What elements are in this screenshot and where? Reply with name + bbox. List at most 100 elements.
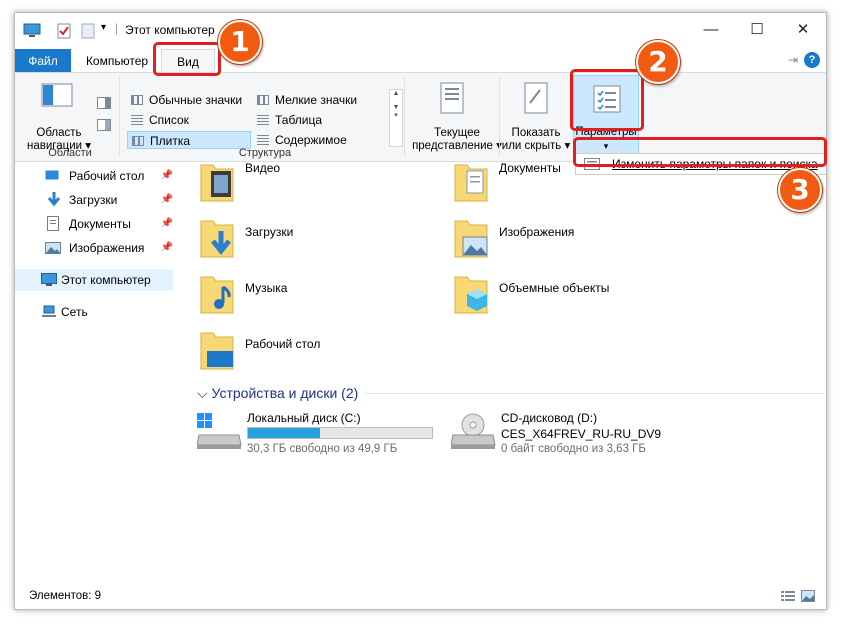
local-disk-icon xyxy=(197,413,242,449)
content-pane: Видео Документы Загрузки Изображения Муз… xyxy=(185,161,826,581)
folder-name: Видео xyxy=(245,161,281,175)
folder-name: Загрузки xyxy=(245,225,294,239)
disk-usage-fill xyxy=(248,428,320,438)
desktop-icon xyxy=(45,170,59,180)
show-hide-line2: или скрыть xyxy=(501,140,562,152)
pin-icon: 📌 xyxy=(160,194,173,205)
annotation-badge-1: 1 xyxy=(218,20,262,64)
title-separator: | xyxy=(115,21,119,35)
nav-item-pictures[interactable]: Изображения 📌 xyxy=(45,237,173,259)
documents-folder-icon xyxy=(454,164,488,202)
pin-ribbon-icon[interactable]: ⇥ xyxy=(788,53,798,67)
pictures-icon xyxy=(45,242,61,254)
layout-large-icons[interactable]: Обычные значки xyxy=(127,91,251,109)
drive-c[interactable]: Локальный диск (C:) 30,3 ГБ свободно из … xyxy=(197,411,457,461)
nav-item-network[interactable]: Сеть xyxy=(41,301,169,323)
chevron-down-icon: ⌵ xyxy=(197,385,208,401)
nav-label: Рабочий стол xyxy=(69,169,145,183)
annotation-box-options xyxy=(570,69,644,131)
nav-item-downloads[interactable]: Загрузки 📌 xyxy=(45,189,173,211)
tab-file[interactable]: Файл xyxy=(15,49,71,73)
large-icons-icon xyxy=(131,95,143,105)
details-icon xyxy=(257,115,269,125)
show-hide-icon[interactable] xyxy=(523,81,549,115)
folder-tile-3d-objects[interactable]: Объемные объекты xyxy=(453,273,683,323)
nav-label: Сеть xyxy=(61,305,88,319)
ribbon-separator xyxy=(404,77,405,157)
disk-usage-bar xyxy=(247,427,433,439)
close-button[interactable]: ✕ xyxy=(780,13,826,47)
nav-item-documents[interactable]: Документы 📌 xyxy=(45,213,173,235)
folder-tile-pictures[interactable]: Изображения xyxy=(453,217,683,267)
drive-d[interactable]: CD-дисковод (D:) CES_X64FREV_RU-RU_DV9 0… xyxy=(451,411,711,461)
drive-free-space: 0 байт свободно из 3,63 ГБ xyxy=(501,443,646,455)
pin-icon: 📌 xyxy=(160,218,173,229)
folder-tile-desktop[interactable]: Рабочий стол xyxy=(199,329,429,379)
layout-scrollbar[interactable]: ▲ ▼ ▾ xyxy=(389,89,403,147)
folder-name: Рабочий стол xyxy=(245,337,321,351)
folder-name: Объемные объекты xyxy=(499,281,610,295)
list-icon xyxy=(131,115,143,125)
layout-list[interactable]: Список xyxy=(127,111,251,129)
video-folder-icon xyxy=(200,164,234,202)
drive-label: CES_X64FREV_RU-RU_DV9 xyxy=(501,427,662,441)
minimize-button[interactable]: — xyxy=(688,13,734,47)
annotation-box-view-tab xyxy=(153,42,221,76)
status-item-count: Элементов: 9 xyxy=(29,590,102,602)
nav-item-this-pc[interactable]: Этот компьютер xyxy=(15,269,173,291)
nav-item-desktop[interactable]: Рабочий стол 📌 xyxy=(45,165,173,187)
folder-tile-video[interactable]: Видео xyxy=(199,161,429,211)
nav-label: Загрузки xyxy=(69,193,118,207)
annotation-badge-3: 3 xyxy=(778,168,822,212)
preview-pane-icon[interactable] xyxy=(97,97,111,109)
music-folder-icon xyxy=(200,276,234,314)
title-bar: ▾ | Этот компьютер — ☐ ✕ xyxy=(15,13,826,49)
current-view-button[interactable]: Текущее представление ▾ xyxy=(407,127,507,153)
tab-computer[interactable]: Компьютер xyxy=(77,49,157,73)
content-icon xyxy=(257,135,269,145)
show-hide-line1: Показать xyxy=(511,127,561,139)
annotation-badge-2: 2 xyxy=(636,40,680,84)
navigation-pane-line1: Область xyxy=(36,127,82,139)
layout-details-label: Таблица xyxy=(275,113,323,127)
current-view-line2: представление xyxy=(412,140,493,152)
maximize-button[interactable]: ☐ xyxy=(734,13,780,47)
3d-objects-folder-icon xyxy=(454,276,488,314)
cd-drive-icon xyxy=(451,413,496,449)
quick-access-dropdown-icon[interactable]: ▾ xyxy=(101,22,106,33)
devices-section-header[interactable]: ⌵ Устройства и диски (2) xyxy=(197,385,358,402)
computer-icon xyxy=(41,273,57,286)
folder-name: Изображения xyxy=(499,225,575,239)
devices-header-label: Устройства и диски (2) xyxy=(211,385,359,401)
folder-tile-downloads[interactable]: Загрузки xyxy=(199,217,429,267)
drive-name: CD-дисковод (D:) xyxy=(501,411,598,425)
help-icon[interactable]: ? xyxy=(804,52,820,68)
pin-icon: 📌 xyxy=(160,242,173,253)
layout-small-icons-label: Мелкие значки xyxy=(275,93,358,107)
details-pane-icon[interactable] xyxy=(97,119,111,131)
layout-tiles-label: Плитка xyxy=(150,134,191,148)
show-hide-button[interactable]: Показать или скрыть ▾ xyxy=(499,127,573,153)
nav-label: Документы xyxy=(69,217,131,231)
pin-icon: 📌 xyxy=(160,170,173,181)
window-title: Этот компьютер xyxy=(125,23,215,37)
properties-icon[interactable] xyxy=(57,23,71,39)
document-icon xyxy=(47,216,59,231)
computer-icon[interactable] xyxy=(23,23,41,39)
layout-details[interactable]: Таблица xyxy=(253,111,377,129)
navigation-pane-icon[interactable] xyxy=(41,83,73,107)
folder-tile-music[interactable]: Музыка xyxy=(199,273,429,323)
large-icons-view-icon[interactable] xyxy=(801,590,815,602)
explorer-window: ▾ | Этот компьютер — ☐ ✕ Файл Компьютер … xyxy=(14,12,827,610)
current-view-icon[interactable] xyxy=(439,81,465,115)
new-folder-icon[interactable] xyxy=(81,23,95,39)
folder-tile-documents[interactable]: Документы xyxy=(453,161,683,211)
section-divider xyxy=(365,393,825,394)
layout-content-label: Содержимое xyxy=(275,133,347,147)
pictures-folder-icon xyxy=(454,220,488,258)
tiles-icon xyxy=(132,136,144,146)
current-view-line1: Текущее xyxy=(434,127,480,139)
layout-small-icons[interactable]: Мелкие значки xyxy=(253,91,377,109)
nav-label: Этот компьютер xyxy=(61,273,151,287)
details-view-icon[interactable] xyxy=(781,590,795,602)
